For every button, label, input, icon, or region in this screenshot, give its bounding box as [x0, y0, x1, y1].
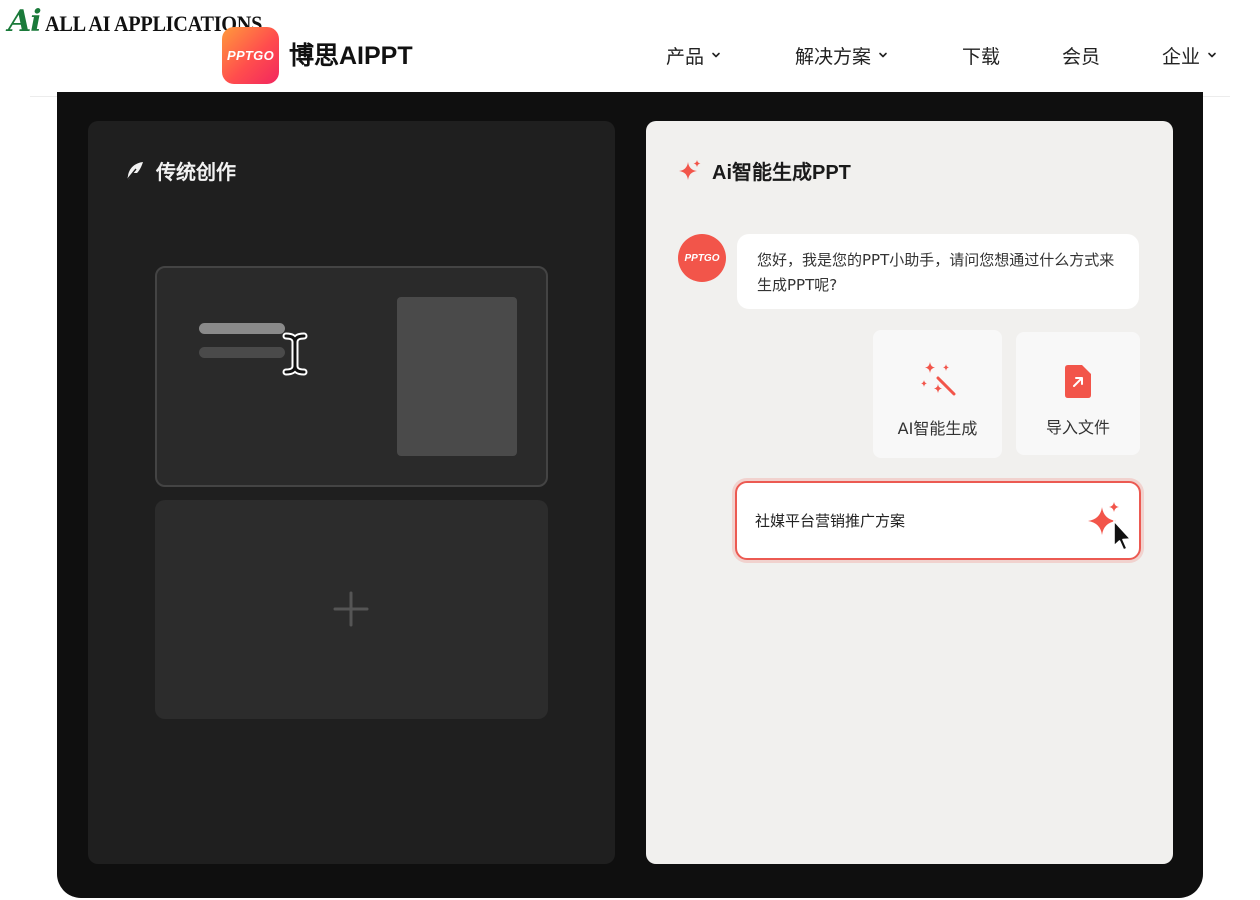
- nav-item-label: 解决方案: [795, 45, 872, 68]
- traditional-panel: [88, 121, 615, 864]
- nav-item-download[interactable]: 下载: [962, 40, 1000, 70]
- import-file-option[interactable]: 导入文件: [1016, 332, 1140, 455]
- brand-name[interactable]: 博思AIPPT: [289, 40, 413, 72]
- chevron-down-icon: [1208, 52, 1216, 58]
- nav-item-solutions[interactable]: 解决方案: [795, 40, 889, 70]
- chevron-down-icon: [712, 52, 720, 58]
- image-placeholder: [397, 297, 517, 456]
- sparkle-icon: [679, 159, 701, 180]
- import-file-label: 导入文件: [1045, 418, 1110, 437]
- magic-wand-icon: [920, 362, 955, 396]
- nav-item-products[interactable]: 产品: [666, 40, 722, 70]
- file-import-icon: [1065, 365, 1091, 398]
- ai-generate-label: AI智能生成: [897, 419, 978, 438]
- ai-panel-label: Ai智能生成PPT: [712, 162, 851, 184]
- nav-item-label: 会员: [1062, 45, 1101, 68]
- ai-panel-title: Ai智能生成PPT: [678, 156, 851, 185]
- assistant-avatar-text: PPTGO: [684, 252, 720, 264]
- nav-item-label: 下载: [962, 45, 1001, 68]
- nav-item-label: 企业: [1162, 45, 1201, 68]
- plus-icon: [333, 591, 369, 627]
- topic-input-value: 社媒平台营销推广方案: [755, 512, 906, 530]
- generate-sparkle-button[interactable]: [1086, 501, 1138, 553]
- traditional-panel-title: 传统创作: [124, 156, 236, 185]
- brand-logo[interactable]: PPTGO: [222, 27, 279, 84]
- text-cursor-icon: [282, 332, 308, 376]
- assistant-avatar: PPTGO: [678, 234, 726, 282]
- topic-input[interactable]: 社媒平台营销推广方案: [735, 481, 1141, 560]
- traditional-panel-label: 传统创作: [156, 160, 236, 184]
- nav-item-enterprise[interactable]: 企业: [1162, 40, 1218, 70]
- ai-generate-option[interactable]: AI智能生成: [873, 330, 1002, 458]
- site-header: PPTGO 博思AIPPT 产品 解决方案 下载 会员 企业: [0, 0, 1260, 96]
- text-line-placeholder: [199, 347, 285, 358]
- nav-item-label: 产品: [666, 45, 705, 68]
- feather-icon: [126, 161, 143, 180]
- brand-logo-text: PPTGO: [226, 48, 274, 63]
- text-line-placeholder: [199, 323, 285, 334]
- assistant-message: 您好，我是您的PPT小助手，请问您想通过什么方式来生成PPT呢?: [737, 234, 1139, 309]
- nav-item-membership[interactable]: 会员: [1062, 40, 1100, 70]
- chevron-down-icon: [879, 52, 887, 58]
